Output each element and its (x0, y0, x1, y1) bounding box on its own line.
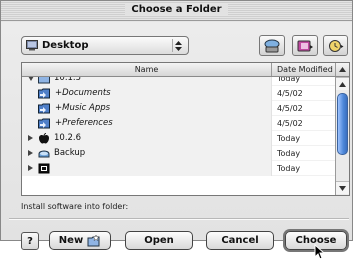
help-icon: ? (27, 235, 33, 247)
network-locations-button[interactable] (259, 35, 285, 56)
date-modified-cell: 4/5/02 (277, 89, 303, 98)
item-name: 10.1.5 (54, 77, 82, 83)
file-browser-list[interactable]: Name Date Modified 10.1.5 Today +Documents… (21, 62, 350, 196)
scroll-up-button[interactable] (336, 77, 349, 90)
scroll-down-icon (339, 185, 346, 191)
date-modified-cell: Today (277, 77, 301, 83)
sort-up-icon (339, 67, 346, 72)
popup-arrows-icon (172, 39, 184, 52)
title-bar[interactable]: Choose a Folder (1, 1, 352, 21)
status-area: Install software into folder: (21, 202, 350, 211)
apple-folder-dark-icon (38, 163, 50, 174)
favorites-button[interactable] (292, 35, 318, 56)
sort-direction-button[interactable] (335, 63, 349, 76)
item-name: Backup (54, 148, 86, 158)
name-cell: +Music Apps (22, 101, 272, 116)
favorites-icon (297, 40, 313, 51)
alias-folder-icon (38, 103, 50, 114)
list-item[interactable]: Backup Today (22, 146, 335, 161)
dialog-body: Desktop Name Date Modified 10.1.5 Today … (1, 22, 352, 260)
disk-icon (38, 148, 50, 159)
alias-folder-icon (38, 88, 50, 99)
scroll-down-button[interactable] (336, 181, 349, 194)
date-modified-cell: 4/5/02 (277, 119, 303, 128)
list-header: Name Date Modified (22, 63, 349, 77)
location-label: Desktop (42, 40, 89, 51)
name-cell: Backup (22, 146, 272, 161)
list-item[interactable]: 10.1.5 Today (22, 77, 335, 86)
column-header-name[interactable]: Name (22, 63, 272, 76)
mouse-pointer-icon (314, 244, 325, 260)
name-cell: +Documents (22, 86, 272, 101)
date-modified-cell: Today (277, 164, 301, 173)
apple-folder-icon (38, 133, 50, 144)
name-cell: 10.2.6 (22, 131, 272, 146)
folder-icon (38, 77, 50, 84)
recent-button[interactable] (323, 35, 348, 56)
vertical-scrollbar[interactable] (335, 77, 349, 195)
disclosure-expanded-icon[interactable] (28, 77, 34, 81)
list-item[interactable]: +Music Apps 4/5/02 (22, 101, 335, 116)
column-header-date-modified[interactable]: Date Modified (273, 63, 335, 76)
window-title: Choose a Folder (1, 4, 352, 15)
name-cell (22, 161, 272, 176)
date-modified-cell: 4/5/02 (277, 104, 303, 113)
location-popup[interactable]: Desktop (21, 36, 189, 55)
disclosure-collapsed-icon[interactable] (28, 165, 33, 171)
status-text: Install software into folder: (21, 202, 129, 211)
desktop-icon (26, 40, 38, 51)
network-locations-icon (264, 39, 280, 52)
alias-folder-icon (38, 118, 50, 129)
scroll-thumb[interactable] (337, 93, 348, 155)
name-cell: 10.1.5 (22, 77, 272, 86)
date-modified-cell: Today (277, 134, 301, 143)
list-item[interactable]: +Documents 4/5/02 (22, 86, 335, 101)
recent-icon (328, 39, 343, 52)
date-modified-cell: Today (277, 149, 301, 158)
item-name: +Music Apps (55, 103, 111, 113)
disclosure-collapsed-icon[interactable] (28, 135, 33, 141)
scroll-up-icon (339, 81, 346, 87)
disclosure-collapsed-icon[interactable] (28, 150, 33, 156)
list-item[interactable]: +Preferences 4/5/02 (22, 116, 335, 131)
item-name: +Preferences (55, 118, 113, 128)
name-cell: +Preferences (22, 116, 272, 131)
list-rows: 10.1.5 Today +Documents 4/5/02 +Music Apps 4/… (22, 77, 335, 195)
list-item[interactable]: Today (22, 161, 335, 176)
list-item[interactable]: 10.2.6 Today (22, 131, 335, 146)
item-name: +Documents (55, 88, 111, 98)
item-name: 10.2.6 (54, 133, 82, 143)
divider (9, 218, 349, 220)
choose-folder-dialog: Choose a Folder Desktop Name Date Modifi… (0, 0, 353, 260)
help-button[interactable]: ? (21, 232, 39, 250)
